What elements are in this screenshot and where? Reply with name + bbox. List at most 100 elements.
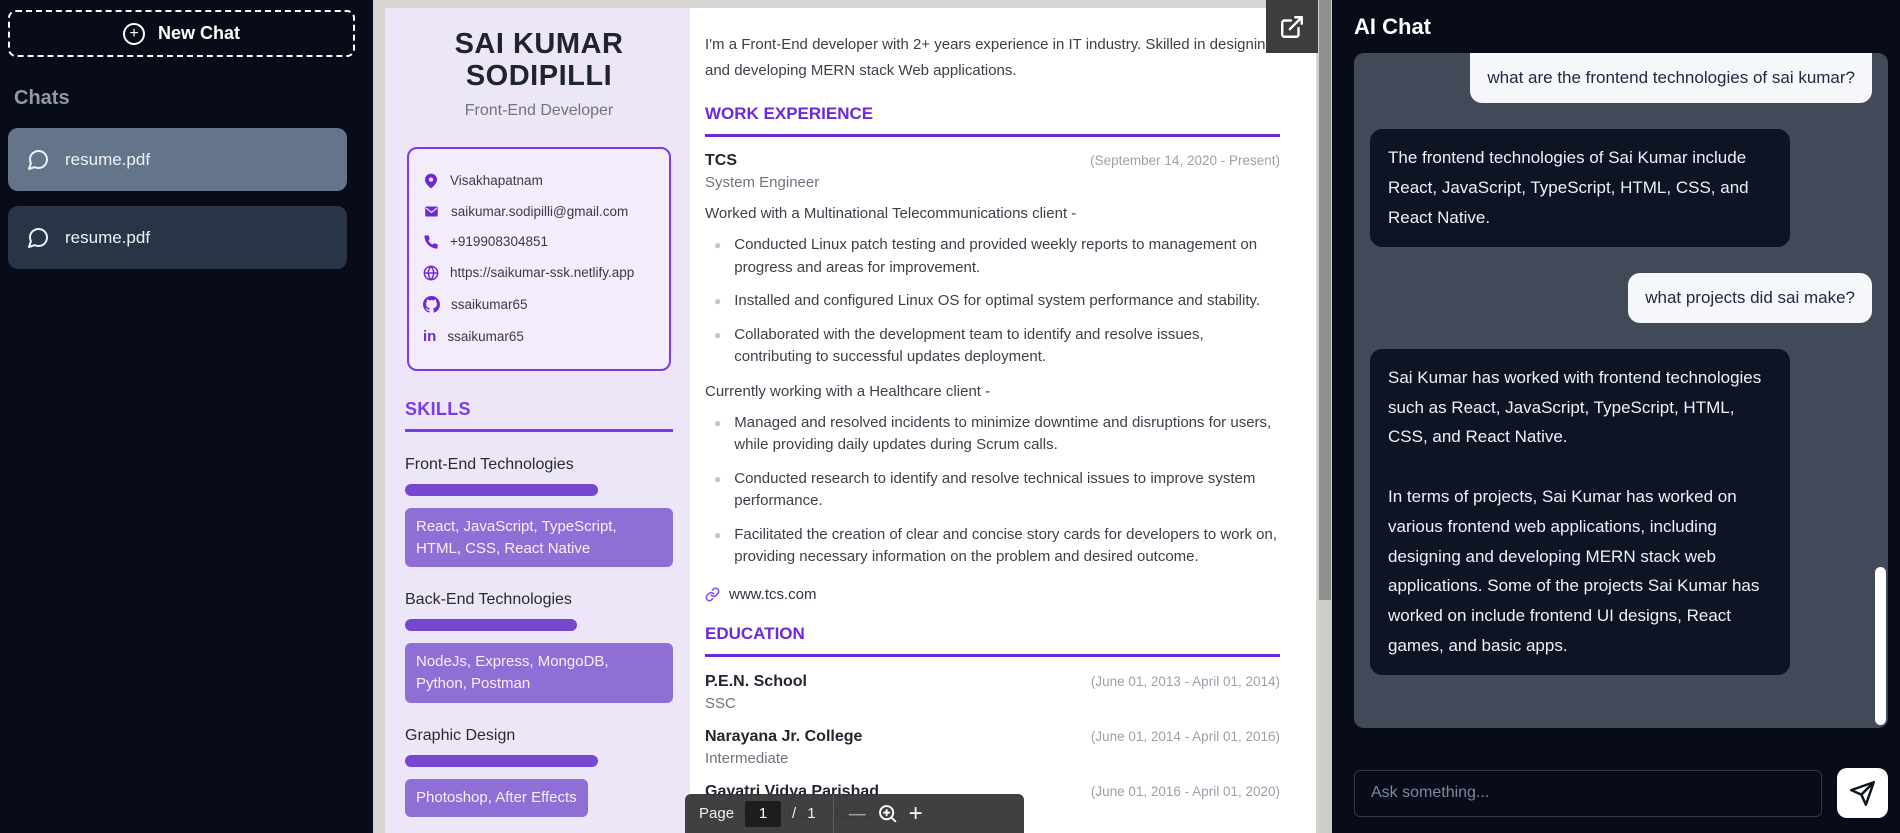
resume-right-column: I'm a Front-End developer with 2+ years … <box>690 8 1316 833</box>
chat-list-item[interactable]: resume.pdf <box>8 128 347 191</box>
bullet-dot-icon: ● <box>714 294 722 308</box>
company-website-text: www.tcs.com <box>729 585 817 603</box>
github-icon <box>423 295 440 313</box>
education-item: Narayana Jr. College (June 01, 2014 - Ap… <box>705 728 1280 767</box>
bullet-dot-icon: ● <box>714 238 722 252</box>
chat-messages-container: what are the frontend technologies of sa… <box>1354 53 1888 728</box>
contact-email: saikumar.sodipilli@gmail.com <box>423 204 655 219</box>
send-icon <box>1850 780 1875 806</box>
zoom-out-button[interactable]: — <box>849 804 866 824</box>
bullet-dot-icon: ● <box>714 415 722 430</box>
skill-group: Graphic Design Photoshop, After Effects <box>405 727 673 817</box>
contact-linkedin: in ssaikumar65 <box>423 328 655 345</box>
skill-label: Graphic Design <box>405 726 516 744</box>
pdf-scrollbar-thumb[interactable] <box>1319 0 1331 600</box>
work-intro: Currently working with a Healthcare clie… <box>705 382 991 400</box>
ai-message-paragraph: Sai Kumar has worked with frontend techn… <box>1388 367 1762 447</box>
skill-label: Back-End Technologies <box>405 591 572 609</box>
pdf-scrollbar-track[interactable] <box>1318 0 1332 833</box>
new-chat-button[interactable]: + New Chat <box>8 10 355 57</box>
link-icon <box>705 587 720 601</box>
magnifier-plus-icon <box>878 805 896 823</box>
pdf-page: SAI KUMAR SODIPILLI Front-End Developer … <box>385 8 1316 833</box>
skill-tools-chip: NodeJs, Express, MongoDB, Python, Postma… <box>405 643 673 703</box>
email-icon <box>425 206 438 217</box>
user-message-bubble: what projects did sai make? <box>1628 272 1872 323</box>
page-label: Page <box>699 805 735 822</box>
education-dates: (June 01, 2014 - April 01, 2016) <box>1090 728 1280 744</box>
resume-title: Front-End Developer <box>464 101 614 119</box>
contact-location: Visakhapatnam <box>423 173 655 189</box>
work-bullet-list: ● Managed and resolved incidents to minim… <box>705 412 1280 569</box>
plus-icon: + <box>122 22 145 45</box>
company-website-link[interactable]: www.tcs.com <box>705 586 1280 603</box>
education-dates: (June 01, 2013 - April 01, 2014) <box>1090 673 1280 689</box>
contact-github: ssaikumar65 <box>423 295 655 313</box>
ai-message-paragraph: In terms of projects, Sai Kumar has work… <box>1388 487 1760 655</box>
work-intro: Worked with a Multinational Telecommunic… <box>705 205 1077 222</box>
contact-email-text: saikumar.sodipilli@gmail.com <box>451 203 629 219</box>
company-name: TCS <box>705 152 737 169</box>
work-bullet: ● Conducted research to identify and reso… <box>714 468 1280 513</box>
resume-left-column: SAI KUMAR SODIPILLI Front-End Developer … <box>385 8 690 833</box>
resume-summary: I'm a Front-End developer with 2+ years … <box>705 36 1274 79</box>
page-separator: / <box>792 805 797 822</box>
skills-heading: SKILLS <box>405 399 673 432</box>
work-bullet: ● Conducted Linux patch testing and provi… <box>714 234 1280 279</box>
open-fullscreen-button[interactable] <box>1266 0 1318 53</box>
chat-item-label: resume.pdf <box>65 149 151 169</box>
sidebar: + New Chat Chats resume.pdf resume.pdf <box>0 0 373 833</box>
pdf-viewer: SAI KUMAR SODIPILLI Front-End Developer … <box>373 0 1332 833</box>
job-title: System Engineer <box>705 174 820 191</box>
zoom-in-button[interactable]: + <box>909 800 923 828</box>
contact-card: Visakhapatnam saikumar.sodipilli@gmail.c… <box>407 146 671 371</box>
contact-website-text: https://saikumar-ssk.netlify.app <box>450 265 635 281</box>
contact-phone: +919908304851 <box>423 234 655 250</box>
skill-label: Front-End Technologies <box>405 455 574 473</box>
work-bullet: ● Facilitated the creation of clear and c… <box>714 524 1280 569</box>
new-chat-label: New Chat <box>157 23 240 43</box>
school-name: Narayana Jr. College <box>705 727 863 745</box>
ai-chat-panel: AI Chat what are the frontend technologi… <box>1332 0 1900 833</box>
chat-bubble-icon <box>28 149 49 170</box>
education-item: P.E.N. School (June 01, 2013 - April 01,… <box>705 673 1280 712</box>
skill-level-bar <box>405 619 577 632</box>
linkedin-icon: in <box>423 327 437 345</box>
skill-tools-chip: React, JavaScript, TypeScript, HTML, CSS… <box>405 507 673 568</box>
skill-group: Front-End Technologies React, JavaScript… <box>405 456 673 568</box>
chat-list-item[interactable]: resume.pdf <box>8 206 347 269</box>
work-bullet: ● Managed and resolved incidents to minim… <box>714 412 1280 457</box>
skill-level-bar <box>405 754 598 767</box>
skill-tools-chip: Photoshop, After Effects <box>405 778 588 817</box>
contact-location-text: Visakhapatnam <box>450 173 543 189</box>
bullet-dot-icon: ● <box>714 471 722 486</box>
page-number-input[interactable] <box>745 800 782 827</box>
user-message-bubble: what are the frontend technologies of sa… <box>1470 53 1872 104</box>
external-link-icon <box>1281 15 1303 38</box>
employment-dates: (September 14, 2020 - Present) <box>1090 153 1280 168</box>
work-bullet: ● Collaborated with the development team … <box>714 324 1280 369</box>
phone-icon <box>424 235 438 249</box>
pdf-toolbar: Page / 1 — + <box>685 794 1024 833</box>
contact-linkedin-text: ssaikumar65 <box>447 328 524 344</box>
zoom-button[interactable] <box>877 803 898 824</box>
ai-message-bubble: Sai Kumar has worked with frontend techn… <box>1370 348 1790 675</box>
bullet-dot-icon: ● <box>714 527 722 542</box>
school-name: P.E.N. School <box>705 672 807 690</box>
work-bullet: ● Installed and configured Linux OS for o… <box>714 290 1280 313</box>
work-bullet-list: ● Conducted Linux patch testing and provi… <box>705 234 1280 369</box>
chat-message-input[interactable] <box>1354 769 1822 817</box>
chat-scrollbar-thumb[interactable] <box>1875 567 1886 725</box>
chat-bubble-icon <box>28 227 49 248</box>
globe-icon <box>423 265 439 281</box>
toolbar-divider <box>832 794 834 833</box>
send-button[interactable] <box>1837 768 1888 818</box>
chat-item-label: resume.pdf <box>65 227 151 247</box>
skill-level-bar <box>405 483 598 496</box>
degree: SSC <box>705 694 736 712</box>
contact-website: https://saikumar-ssk.netlify.app <box>423 265 655 281</box>
education-dates: (June 01, 2016 - April 01, 2020) <box>1090 783 1280 799</box>
ai-chat-title: AI Chat <box>1354 14 1431 39</box>
degree: Intermediate <box>705 749 789 767</box>
chats-heading: Chats <box>14 87 70 109</box>
